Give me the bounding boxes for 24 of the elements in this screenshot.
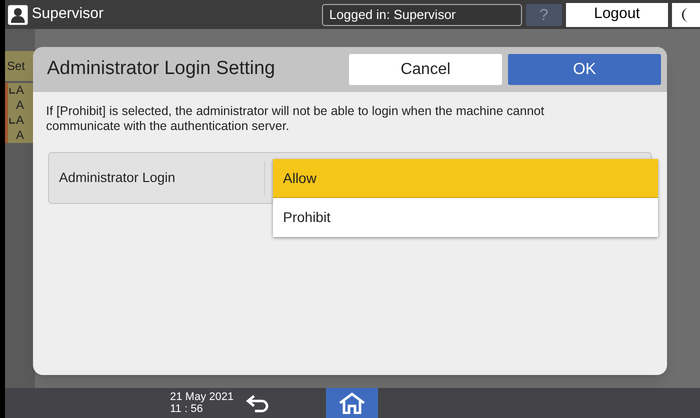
sidebar-item: Set (7, 58, 26, 74)
tree-branch-icon (9, 88, 15, 94)
sidebar-item: A (16, 98, 24, 113)
dropdown-option[interactable]: Prohibit (273, 198, 658, 237)
cancel-button[interactable]: Cancel (349, 54, 502, 85)
back-icon[interactable] (245, 393, 271, 413)
home-icon (339, 392, 365, 414)
date-text: 21 May 2021 (170, 391, 235, 403)
sidebar-item: A (16, 83, 24, 98)
dropdown-option[interactable]: Allow (273, 159, 658, 198)
ok-button[interactable]: OK (508, 54, 661, 85)
logout-button[interactable]: Logout (566, 2, 668, 26)
moon-button[interactable] (672, 2, 700, 26)
info-message: If [Prohibit] is selected, the administrator will not be able to login when the machine cannot communicate with the authentication server. (46, 104, 546, 134)
home-button[interactable] (326, 388, 378, 418)
sidebar-item: A (16, 113, 24, 128)
dialog-title: Administrator Login Setting (47, 57, 276, 82)
time-text: 11 : 56 (170, 403, 204, 415)
user-icon (8, 4, 28, 24)
user-name: Supervisor (32, 4, 104, 24)
tree-branch-icon (9, 118, 15, 124)
login-status-field[interactable]: Logged in: Supervisor (322, 4, 522, 26)
setting-label: Administrator Login (58, 168, 176, 187)
sidebar-item: A (16, 128, 24, 143)
